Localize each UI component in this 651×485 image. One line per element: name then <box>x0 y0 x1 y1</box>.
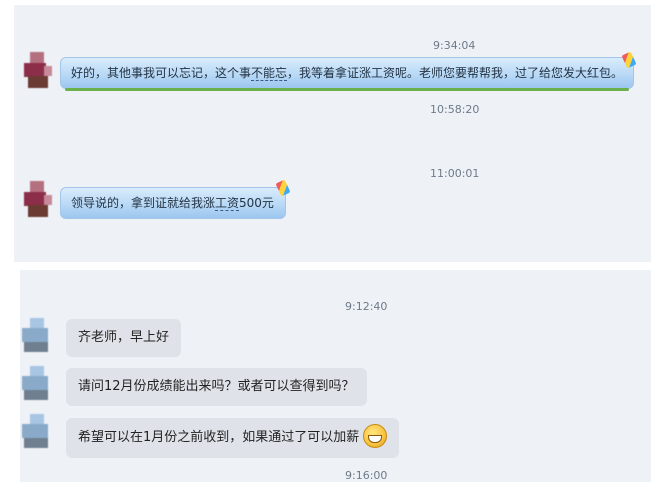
chat-panel-top: 9:34:04 好的，其他事我可以忘记，这个事不能忘，我等着拿证涨工资呢。老师您… <box>14 5 651 262</box>
timestamp: 9:16:00 <box>345 469 388 482</box>
message-bubble[interactable]: 齐老师，早上好 <box>66 319 182 357</box>
avatar[interactable] <box>22 366 52 404</box>
message-text: 希望可以在1月份之前收到，如果通过了可以加薪 <box>78 430 360 445</box>
chat-panel-bottom: 9:12:40 齐老师，早上好 请问12月份成绩能出来吗？或者可以查得到吗？ 希… <box>20 270 651 482</box>
timestamp: 10:58:20 <box>430 103 480 116</box>
message-text: 500元 <box>239 196 274 210</box>
message-bubble[interactable]: 领导说的，拿到证就给我涨工资500元 <box>60 187 286 219</box>
grinning-face-icon <box>363 423 388 448</box>
avatar[interactable] <box>22 414 52 452</box>
message-bubble[interactable]: 好的，其他事我可以忘记，这个事不能忘，我等着拿证涨工资呢。老师您要帮帮我，过了给… <box>60 57 634 91</box>
message-bubble[interactable]: 请问12月份成绩能出来吗？或者可以查得到吗？ <box>66 368 367 406</box>
timestamp: 9:12:40 <box>345 300 388 313</box>
avatar[interactable] <box>24 181 54 219</box>
message-text: 齐老师，早上好 <box>78 330 170 345</box>
avatar[interactable] <box>24 52 54 90</box>
avatar[interactable] <box>22 318 52 356</box>
message-text: ，我等着拿证涨工资呢。老师您要帮帮我，过了给您发大红包。 <box>287 66 624 80</box>
timestamp: 11:00:01 <box>430 167 480 180</box>
bubble-accent-line <box>65 88 629 91</box>
message-text: 领导说的，拿到证就给我涨 <box>71 196 216 210</box>
message-text-underlined: 不能忘 <box>251 66 288 81</box>
message-bubble[interactable]: 希望可以在1月份之前收到，如果通过了可以加薪 <box>66 418 400 458</box>
timestamp: 9:34:04 <box>433 39 476 52</box>
message-text: 请问12月份成绩能出来吗？或者可以查得到吗？ <box>78 379 355 394</box>
message-text: 好的，其他事我可以忘记，这个事 <box>71 66 252 80</box>
message-text-underlined: 工资 <box>215 196 240 211</box>
